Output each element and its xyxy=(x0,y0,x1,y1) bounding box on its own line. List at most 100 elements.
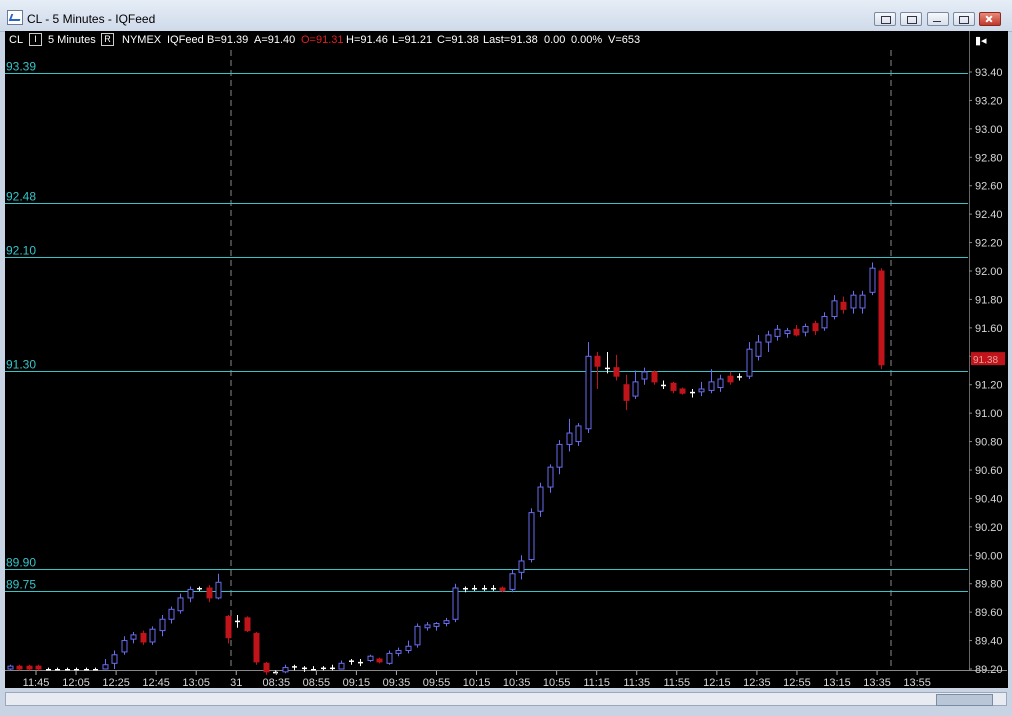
price-tick-label-13: 90.80 xyxy=(975,437,1003,449)
candle-body-78 xyxy=(746,348,753,377)
candle-75 xyxy=(717,374,724,392)
candle-36 xyxy=(349,659,354,665)
candle-87 xyxy=(831,295,838,320)
candle-body-76 xyxy=(727,375,734,383)
app-window: CL - 5 Minutes - IQFeed 93.39 92.48 92.10 9… xyxy=(0,0,1012,716)
candle-body-27 xyxy=(263,662,270,673)
candle-body-33 xyxy=(321,667,326,670)
candle-body-89 xyxy=(850,294,857,309)
candle-88 xyxy=(840,296,847,314)
candle-body-84 xyxy=(802,325,809,333)
candle-body-73 xyxy=(698,388,705,393)
candle-53 xyxy=(509,569,516,593)
candle-body-53 xyxy=(509,573,516,590)
candle-body-74 xyxy=(708,381,715,391)
ask-label: A=91.40 xyxy=(254,34,296,46)
candle-13 xyxy=(130,632,137,644)
panel-toggle-icon[interactable]: ▮◂ xyxy=(975,34,987,47)
candle-body-13 xyxy=(130,634,137,640)
high-label: H=91.46 xyxy=(346,34,388,46)
candle-77 xyxy=(737,373,742,381)
candle-body-49 xyxy=(472,587,477,590)
candle-0 xyxy=(7,664,14,671)
candle-body-92 xyxy=(878,270,885,366)
price-tick-label-4: 92.60 xyxy=(975,181,1003,193)
candle-body-42 xyxy=(405,645,412,652)
interval-label[interactable]: 5 Minutes xyxy=(48,34,96,46)
candle-64 xyxy=(613,354,620,381)
candle-body-50 xyxy=(482,587,487,590)
candlestick-chart[interactable]: 93.39 92.48 92.10 91.30 89.90 89.75 93.40 93.2… xyxy=(0,0,1012,690)
price-tick-label-3: 92.80 xyxy=(975,152,1003,164)
candle-body-38 xyxy=(367,655,374,661)
candle-20 xyxy=(197,586,202,591)
candle-body-32 xyxy=(311,669,316,671)
candle-body-58 xyxy=(556,443,563,468)
candle-body-29 xyxy=(282,667,289,673)
candle-body-77 xyxy=(737,376,742,378)
price-tick-label-16: 90.20 xyxy=(975,522,1003,534)
candle-21 xyxy=(206,585,213,603)
candle-body-22 xyxy=(215,581,222,599)
candle-body-51 xyxy=(491,587,496,590)
price-tick-label-12: 91.00 xyxy=(975,408,1003,420)
candle-84 xyxy=(802,323,809,337)
price-tick-label-19: 89.60 xyxy=(975,607,1003,619)
candle-58 xyxy=(556,440,563,475)
session-separators xyxy=(230,50,892,669)
candle-body-91 xyxy=(869,267,876,293)
candle-40 xyxy=(386,650,393,665)
last-price-badge: 91.38 xyxy=(971,352,1005,366)
candle-body-7 xyxy=(74,669,79,671)
candle-15 xyxy=(149,626,156,645)
candle-54 xyxy=(518,555,525,580)
candle-24 xyxy=(235,614,240,628)
candle-80 xyxy=(765,330,772,353)
candle-body-41 xyxy=(395,650,402,654)
candle-body-68 xyxy=(651,371,658,383)
candle-14 xyxy=(140,630,147,645)
scrollbar-thumb[interactable] xyxy=(936,694,993,706)
candle-83 xyxy=(793,325,800,337)
candle-body-8 xyxy=(84,669,89,671)
candle-body-66 xyxy=(632,381,639,397)
candle-66 xyxy=(632,370,639,399)
candle-26 xyxy=(253,632,260,665)
horizontal-scrollbar[interactable] xyxy=(5,692,1007,706)
candle-body-54 xyxy=(518,560,525,573)
candle-67 xyxy=(641,367,648,385)
candle-89 xyxy=(850,290,857,314)
candle-3 xyxy=(35,664,42,671)
candle-55 xyxy=(528,508,535,563)
price-ticks: 93.40 93.20 93.00 92.80 92.60 92.40 92.20 92.00… xyxy=(969,67,1003,676)
candle-body-20 xyxy=(197,587,202,590)
range-dropdown[interactable]: R xyxy=(101,33,114,46)
change-pct-label: 0.00% xyxy=(571,34,603,46)
candle-body-19 xyxy=(187,588,194,599)
candle-body-56 xyxy=(537,486,544,512)
candle-90 xyxy=(859,290,866,314)
price-tick-label-1: 93.20 xyxy=(975,95,1003,107)
candle-body-11 xyxy=(111,654,118,664)
candle-body-0 xyxy=(7,665,14,670)
candle-60 xyxy=(575,423,582,446)
candle-78 xyxy=(746,342,753,380)
candle-31 xyxy=(302,666,307,672)
time-ticks: 11:45 12:05 12:25 12:45 13:05 31 08:35 08:55 09:… xyxy=(23,671,931,689)
candle-32 xyxy=(311,666,316,671)
candle-33 xyxy=(321,666,326,671)
symbol-label[interactable]: CL xyxy=(9,34,23,46)
candle-10 xyxy=(102,659,109,670)
interval-dropdown[interactable]: I xyxy=(29,33,42,46)
last-price-badge-label: 91.38 xyxy=(973,355,998,366)
change-label: 0.00 xyxy=(544,34,566,46)
candle-body-47 xyxy=(452,587,459,620)
exchange-label: NYMEX xyxy=(122,34,162,46)
candle-body-90 xyxy=(859,294,866,309)
candle-34 xyxy=(330,664,335,671)
candle-body-3 xyxy=(35,665,42,670)
candle-body-87 xyxy=(831,300,838,317)
candle-29 xyxy=(282,664,289,674)
candle-70 xyxy=(670,381,677,394)
candle-19 xyxy=(187,586,194,603)
